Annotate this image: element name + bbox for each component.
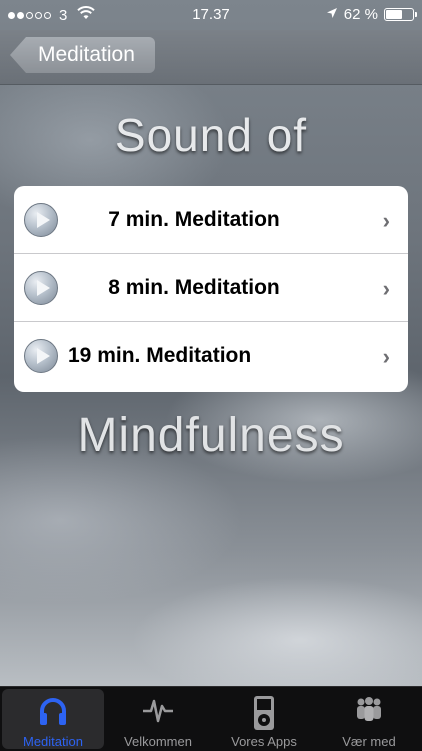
headphones-icon <box>37 695 69 730</box>
back-button-label: Meditation <box>38 43 135 66</box>
tab-bar: Meditation Velkommen Vores Apps Vær med <box>0 686 422 751</box>
chevron-right-icon: › <box>382 344 390 369</box>
list-item-label: 8 min. Meditation <box>108 276 280 299</box>
status-bar: 3 17.37 62 % <box>0 0 422 30</box>
people-icon <box>352 695 386 728</box>
tab-velkommen[interactable]: Velkommen <box>107 689 209 749</box>
heading-sound-of: Sound of <box>114 109 308 161</box>
list-item[interactable]: 7 min. Meditation › <box>14 186 408 254</box>
status-right: 62 % <box>326 6 417 23</box>
list-item[interactable]: 19 min. Meditation › <box>14 322 408 392</box>
battery-percent: 62 % <box>343 6 378 23</box>
pulse-icon <box>141 695 175 728</box>
heading-mindfulness: Mindfulness <box>77 409 345 462</box>
tab-label: Meditation <box>23 734 83 749</box>
tab-label: Vær med <box>342 734 396 749</box>
meditation-list: 7 min. Meditation › 8 min. Meditation › … <box>14 186 408 392</box>
tab-label: Velkommen <box>124 734 192 749</box>
battery-icon <box>384 8 417 21</box>
tab-vores-apps[interactable]: Vores Apps <box>213 689 315 749</box>
list-item[interactable]: 8 min. Meditation › <box>14 254 408 322</box>
list-item-label: 7 min. Meditation <box>108 208 280 231</box>
back-button[interactable]: Meditation <box>10 37 155 73</box>
tab-meditation[interactable]: Meditation <box>2 689 104 749</box>
tab-label: Vores Apps <box>231 734 297 749</box>
ipod-icon <box>252 695 276 734</box>
battery-fill <box>386 10 402 19</box>
tab-vaer-med[interactable]: Vær med <box>318 689 420 749</box>
list-item-label: 19 min. Meditation <box>68 344 252 367</box>
navigation-bar: Meditation <box>0 30 422 85</box>
chevron-right-icon: › <box>382 276 390 301</box>
location-arrow-icon <box>326 6 338 23</box>
play-icon <box>24 339 58 373</box>
chevron-right-icon: › <box>382 208 390 233</box>
